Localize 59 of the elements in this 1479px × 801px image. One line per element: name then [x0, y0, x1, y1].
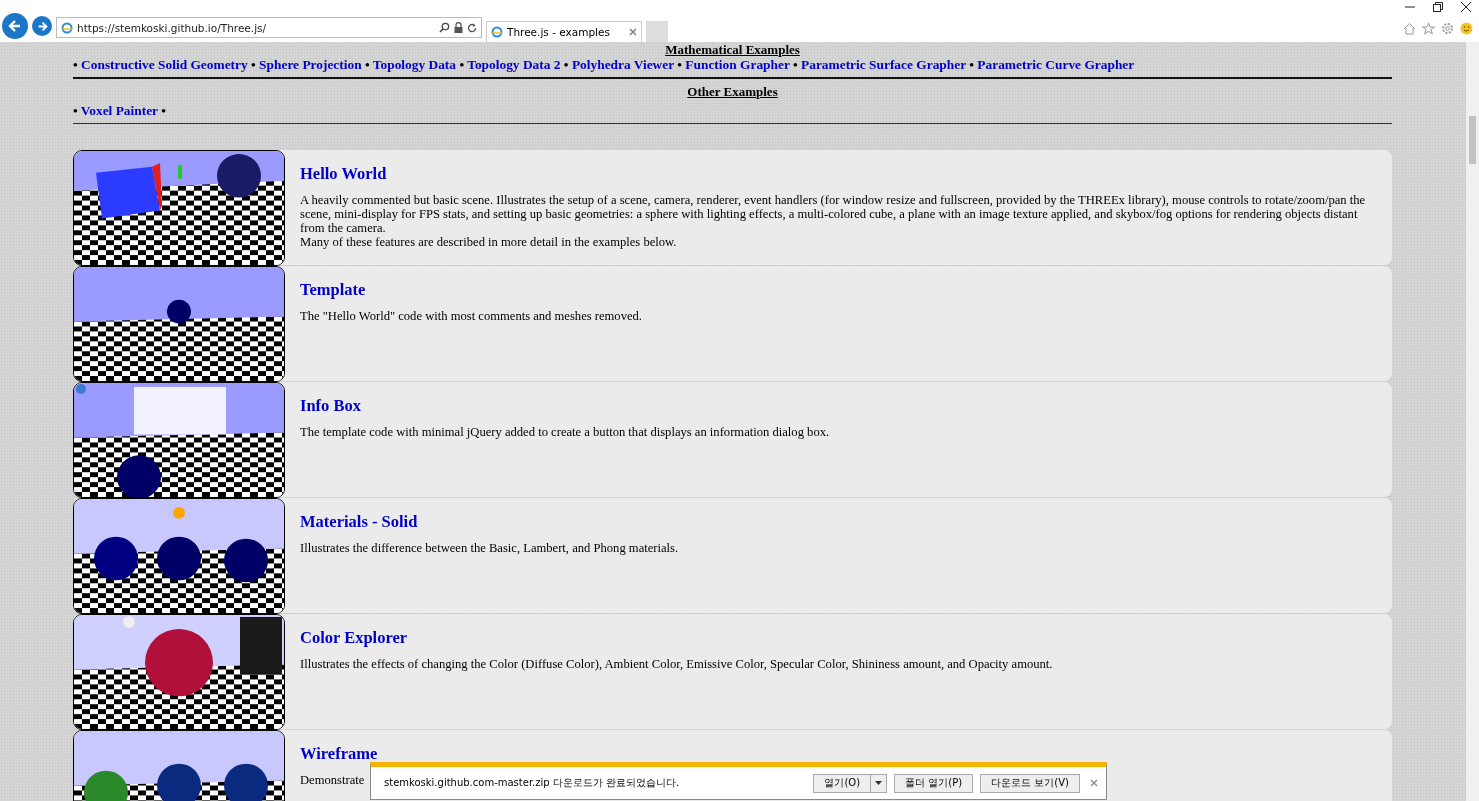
example-title[interactable]: Wireframe	[300, 743, 378, 765]
bullet-separator: •	[365, 57, 370, 72]
back-button[interactable]	[2, 13, 28, 39]
restore-icon[interactable]	[1433, 2, 1443, 12]
close-icon	[1090, 779, 1098, 787]
bullet-separator: •	[251, 57, 256, 72]
refresh-icon[interactable]	[467, 22, 477, 33]
settings-icon[interactable]	[1441, 22, 1454, 35]
bullet-separator: •	[73, 103, 78, 118]
dropdown-button[interactable]	[871, 773, 888, 793]
example-link[interactable]: Constructive Solid Geometry	[81, 57, 248, 72]
home-icon[interactable]	[1403, 22, 1416, 35]
lock-icon	[454, 22, 463, 33]
smiley-icon[interactable]	[1460, 22, 1473, 35]
example-description: Demonstrate	[300, 773, 366, 787]
example-title[interactable]: Info Box	[300, 395, 830, 417]
example-description: Illustrates the difference between the Basic, Lambert, and Phong materials.	[300, 541, 679, 555]
scrollbar[interactable]	[1466, 42, 1479, 801]
section-heading: Mathematical Examples	[664, 42, 801, 57]
section-heading: Other Examples	[686, 84, 779, 99]
example-description: The "Hello World" code with most comments and meshes removed.	[300, 309, 642, 323]
globe-icon	[491, 26, 503, 38]
example-link[interactable]: Parametric Surface Grapher	[801, 57, 966, 72]
bullet-separator: •	[73, 57, 78, 72]
close-button[interactable]	[1090, 779, 1098, 787]
globe-icon	[61, 21, 73, 34]
example-description: Illustrates the effects of changing the Color (Diffuse Color), Ambient Color, Emissive Color, Specular Color, Shininess amount, and Opacity amount.	[300, 657, 1053, 671]
example-description: A heavily commented but basic scene. Illustrates the setup of a scene, camera, renderer, event handlers (for window resize and fullscreen, provided by the THREEx library), mouse controls to rotate/zoom/pan the scene, mini-display for FPS stats, and setting up basic geometries: a sphere with lighting effects, a multi-colored cube, a plane with an image texture applied, and skybox/fog options for rendering objects distant from the camera. Many of these features are described in more detail in the examples below.	[300, 193, 1367, 249]
address-field[interactable]: https://stemkoski.github.io/Three.js/	[56, 17, 482, 38]
example-title[interactable]: Materials - Solid	[300, 511, 679, 533]
example-link[interactable]: Sphere Projection	[259, 57, 362, 72]
bullet-separator: •	[677, 57, 682, 72]
bullet-separator: •	[969, 57, 974, 72]
example-title[interactable]: Template	[300, 279, 642, 301]
browser-tab[interactable]: Three.js - examples	[486, 21, 642, 42]
search-icon[interactable]	[439, 22, 450, 33]
download-message: stemkoski.github.com-master.zip 다운로드가 완료되었습니다.	[384, 776, 681, 790]
example-link[interactable]: Topology Data 2	[467, 57, 561, 72]
example-link[interactable]: Topology Data	[372, 57, 457, 72]
example-link[interactable]: Parametric Curve Grapher	[977, 57, 1135, 72]
star-icon[interactable]	[1422, 22, 1435, 35]
example-title[interactable]: Hello World	[300, 163, 1376, 185]
back-arrow-icon	[8, 19, 22, 33]
close-icon[interactable]	[1461, 2, 1471, 12]
forward-arrow-icon	[36, 20, 48, 32]
download-button[interactable]: 다운로드 보기(V)	[980, 773, 1080, 793]
download-button[interactable]: 폴더 열기(P)	[894, 773, 974, 793]
bullet-separator: •	[563, 57, 569, 72]
example-title[interactable]: Color Explorer	[300, 627, 1053, 649]
forward-button[interactable]	[32, 16, 52, 36]
example-link[interactable]: Voxel Painter	[80, 103, 158, 118]
bullet-separator: •	[161, 103, 166, 118]
example-link[interactable]: Polyhedra Viewer	[571, 57, 674, 72]
example-description: The template code with minimal jQuery added to create a button that displays an information dialog box.	[300, 425, 830, 439]
bullet-separator: •	[459, 57, 465, 72]
bullet-separator: •	[793, 57, 798, 72]
example-link[interactable]: Function Grapher	[685, 57, 790, 72]
download-button[interactable]: 열기(O)	[813, 773, 872, 793]
caret-icon	[875, 781, 883, 785]
